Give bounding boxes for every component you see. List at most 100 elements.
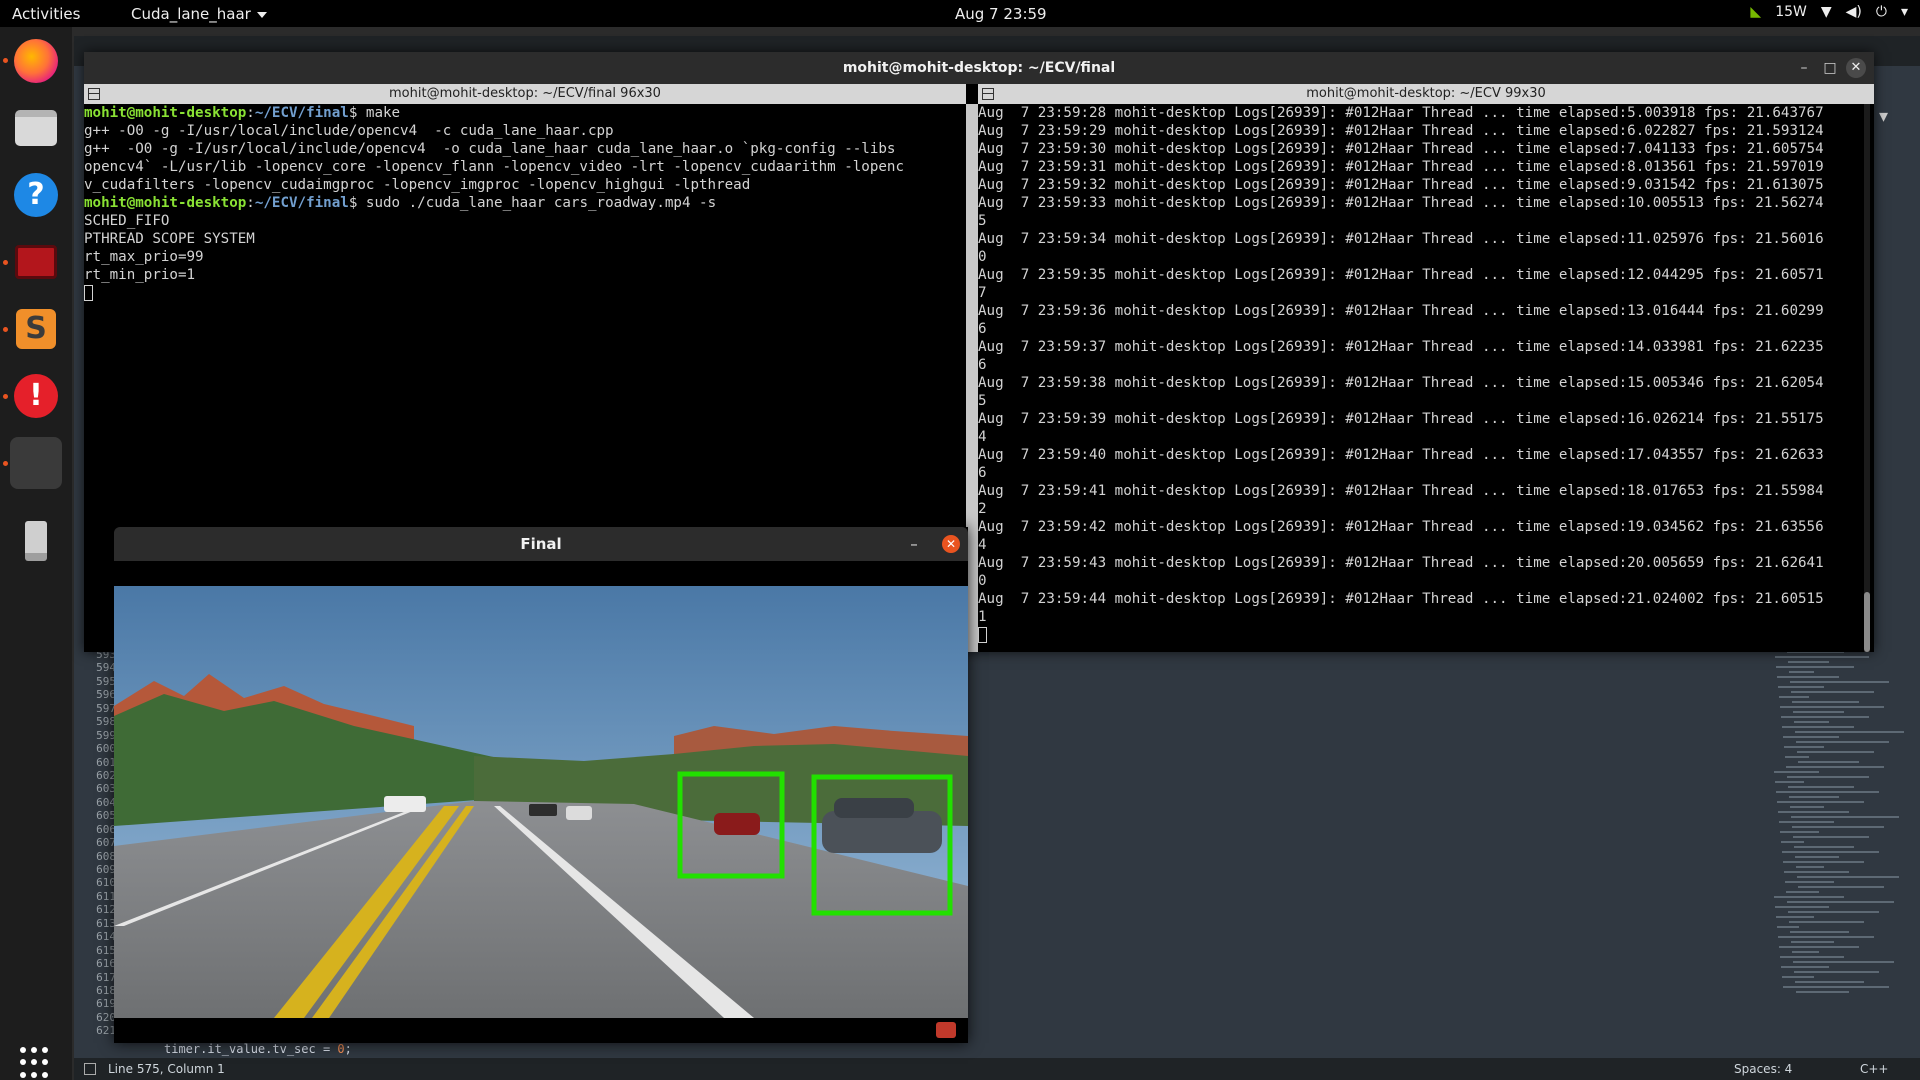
split-pane-icon[interactable]: [88, 88, 100, 100]
line-number: 610: [96, 876, 116, 890]
final-title-bar[interactable]: Final – ✕: [114, 527, 968, 561]
line-number: 611: [96, 889, 116, 903]
log-line: Aug 7 23:59:33 mohit-desktop Logs[26939]…: [978, 195, 1824, 211]
system-tray[interactable]: ◣ 15W ▼ ◀) ⏻ ▾: [1750, 4, 1908, 20]
chevron-down-icon: ▾: [1900, 4, 1908, 20]
terminal-output-line: opencv4` -L/usr/lib -lopencv_core -lopen…: [84, 159, 904, 175]
line-number: 600: [96, 742, 116, 756]
usb-drive-launcher[interactable]: [10, 515, 62, 567]
log-line: Aug 7 23:59:40 mohit-desktop Logs[26939]…: [978, 447, 1824, 463]
prompt-user: mohit@mohit-desktop: [84, 195, 247, 211]
power-icon: ⏻: [1875, 4, 1887, 20]
log-line: Aug 7 23:59:34 mohit-desktop Logs[26939]…: [978, 231, 1824, 247]
power-reading: 15W: [1775, 4, 1807, 20]
prompt-path: ~/ECV/final: [254, 195, 349, 211]
video-toolbar: [114, 561, 968, 585]
log-line: Aug 7 23:59:37 mohit-desktop Logs[26939]…: [978, 339, 1824, 355]
line-number: 602: [96, 768, 116, 782]
cursor-position[interactable]: Line 575, Column 1: [108, 1062, 225, 1076]
terminal-title-bar[interactable]: mohit@mohit-desktop: ~/ECV/final – □ ✕: [84, 52, 1874, 84]
command-text: sudo ./cuda_lane_haar cars_roadway.mp4 -…: [357, 195, 717, 211]
terminal-output-line: PTHREAD SCOPE SYSTEM: [84, 231, 255, 247]
log-line: 0: [978, 573, 987, 589]
line-number-gutter: 593 594 595 596 597 598 599 600 601 602 603 604 605 6…: [74, 648, 116, 1038]
scrollbar-thumb[interactable]: [1864, 592, 1870, 652]
terminal-output-line: v_cudafilters -lopencv_cudaimgproc -lope…: [84, 177, 751, 193]
log-line: 5: [978, 213, 987, 229]
nvidia-icon[interactable]: ◣: [1750, 4, 1761, 20]
close-button[interactable]: ✕: [1846, 58, 1866, 78]
line-number: 606: [96, 822, 116, 836]
software-updater-launcher[interactable]: !: [10, 370, 62, 422]
terminal-prompt-line: mohit@mohit-desktop:~/ECV/final$ make: [84, 105, 401, 121]
log-line: Aug 7 23:59:29 mohit-desktop Logs[26939]…: [978, 123, 1824, 139]
files-launcher[interactable]: [10, 102, 62, 154]
line-number: 616: [96, 957, 116, 971]
line-number: 614: [96, 930, 116, 944]
code-line[interactable]: timer.it_value.tv_sec = 0;: [164, 1042, 352, 1056]
panel-toggle-icon[interactable]: [84, 1063, 96, 1075]
usb-drive-icon: [25, 521, 47, 561]
editor-status-bar: Line 575, Column 1 Spaces: 4 C++: [74, 1058, 1920, 1080]
terminal-icon: [15, 245, 57, 279]
line-number: 595: [96, 674, 116, 688]
line-number: 612: [96, 903, 116, 917]
log-line: 6: [978, 357, 987, 373]
right-terminal-pane[interactable]: Aug 7 23:59:28 mohit-desktop Logs[26939]…: [978, 104, 1858, 652]
terminal-cursor: [978, 627, 987, 643]
log-line: Aug 7 23:59:32 mohit-desktop Logs[26939]…: [978, 177, 1824, 193]
record-icon[interactable]: [936, 1022, 956, 1038]
help-icon: ?: [14, 173, 58, 217]
clock[interactable]: Aug 7 23:59: [955, 5, 1047, 23]
line-number: 601: [96, 755, 116, 769]
terminal-launcher[interactable]: [10, 236, 62, 288]
log-line: Aug 7 23:59:43 mohit-desktop Logs[26939]…: [978, 555, 1824, 571]
video-status-strip: [114, 1018, 968, 1043]
terminal-scrollbar[interactable]: [1864, 104, 1870, 652]
minimize-button[interactable]: –: [904, 534, 924, 554]
terminal-output-line: g++ -O0 -g -I/usr/local/include/opencv4 …: [84, 123, 614, 139]
prompt-path: ~/ECV/final: [254, 105, 349, 121]
line-number: 617: [96, 970, 116, 984]
minimize-button[interactable]: –: [1794, 58, 1814, 78]
volume-icon: ◀): [1845, 4, 1862, 20]
right-pane-title: mohit@mohit-desktop: ~/ECV 99x30: [978, 84, 1874, 104]
log-line: 6: [978, 465, 987, 481]
firefox-launcher[interactable]: [10, 35, 62, 87]
gnome-top-bar: Activities Cuda_lane_haar Aug 7 23:59 ◣ …: [0, 0, 1920, 27]
line-number: 604: [96, 795, 116, 809]
app-menu[interactable]: Cuda_lane_haar: [131, 5, 267, 23]
syntax-setting[interactable]: C++: [1860, 1062, 1889, 1076]
firefox-icon: [14, 39, 58, 83]
sublime-text-launcher[interactable]: S: [10, 303, 62, 355]
video-frame: [114, 586, 968, 1018]
split-pane-icon[interactable]: [982, 88, 994, 100]
activities-button[interactable]: Activities: [12, 5, 80, 23]
log-line: 0: [978, 249, 987, 265]
close-button[interactable]: ✕: [942, 535, 960, 553]
terminal-prompt-line: mohit@mohit-desktop:~/ECV/final$ sudo ./…: [84, 195, 717, 211]
line-number: 599: [96, 728, 116, 742]
show-applications-icon[interactable]: [20, 1047, 52, 1079]
active-app-launcher[interactable]: [10, 437, 62, 489]
running-indicator: [3, 461, 8, 466]
indentation-setting[interactable]: Spaces: 4: [1734, 1062, 1792, 1076]
software-updater-icon: !: [14, 374, 58, 418]
line-number: 619: [96, 997, 116, 1011]
log-line: Aug 7 23:59:39 mohit-desktop Logs[26939]…: [978, 411, 1824, 427]
running-indicator: [3, 394, 8, 399]
log-line: Aug 7 23:59:36 mohit-desktop Logs[26939]…: [978, 303, 1824, 319]
line-number: 603: [96, 782, 116, 796]
terminal-output-line: SCHED_FIFO: [84, 213, 170, 229]
log-line: Aug 7 23:59:28 mohit-desktop Logs[26939]…: [978, 105, 1824, 121]
terminal-output-line: rt_min_prio=1: [84, 267, 196, 283]
log-line: 1: [978, 609, 987, 625]
help-launcher[interactable]: ?: [10, 169, 62, 221]
log-line: Aug 7 23:59:38 mohit-desktop Logs[26939]…: [978, 375, 1824, 391]
code-minimap[interactable]: [1774, 646, 1914, 1046]
desktop: + ▾ 593594595596597598599600601602603604…: [0, 0, 1920, 1080]
log-line: 4: [978, 537, 987, 553]
maximize-button[interactable]: □: [1820, 58, 1840, 78]
ubuntu-dock: ? S !: [0, 27, 72, 1080]
log-line: Aug 7 23:59:42 mohit-desktop Logs[26939]…: [978, 519, 1824, 535]
